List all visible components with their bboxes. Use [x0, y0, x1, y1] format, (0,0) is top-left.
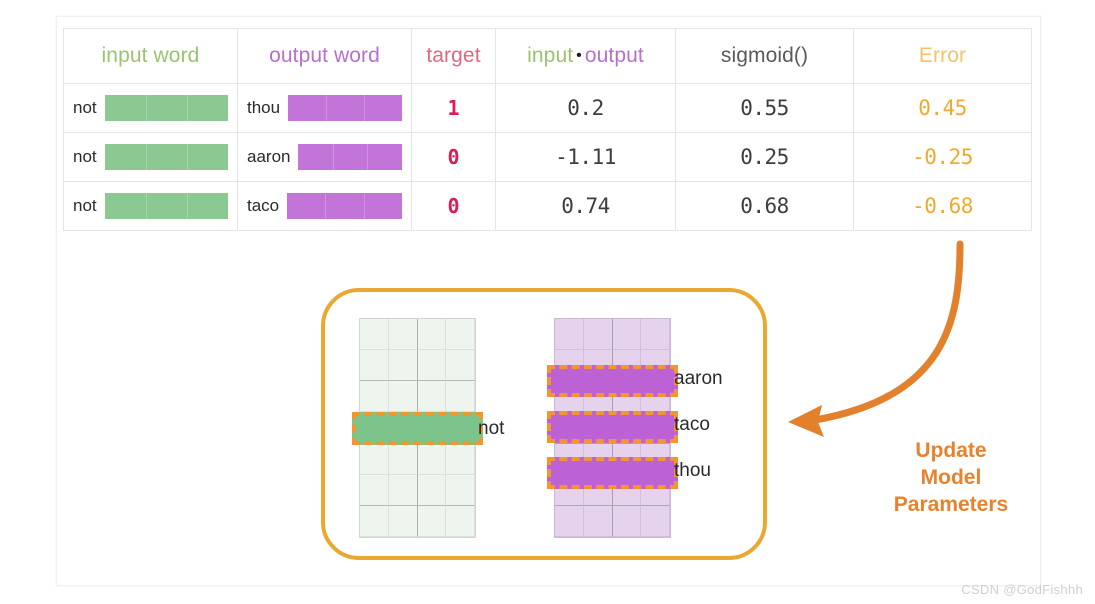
- matrix-cell: [583, 319, 613, 351]
- highlighted-output-row-thou: [547, 457, 678, 489]
- matrix-cell: [446, 381, 475, 413]
- table-row: not aaron 0 -1.11 0.25 -0.25: [63, 132, 1032, 182]
- column-header-sigmoid: sigmoid(): [675, 28, 854, 84]
- matrix-cell: [417, 474, 447, 506]
- dot-product-icon: •: [576, 47, 582, 64]
- matrix-cell: [388, 381, 418, 413]
- column-header-dot-product: input • output: [495, 28, 676, 84]
- input-embedding-bar: [104, 144, 228, 170]
- matrix-cell: [360, 350, 389, 382]
- matrix-cell: [555, 319, 584, 351]
- matrix-cell: [360, 474, 389, 506]
- input-word-label: not: [73, 196, 97, 215]
- cell-sigmoid: 0.68: [675, 181, 854, 231]
- cell-output-word: thou: [237, 83, 412, 133]
- matrix-cell: [446, 505, 475, 537]
- dot-header-input-text: input: [527, 44, 574, 67]
- column-header-target: target: [411, 28, 496, 84]
- input-word-label: not: [73, 147, 97, 166]
- output-word-cell-content: aaron: [238, 144, 411, 170]
- row-label-not: not: [478, 418, 505, 439]
- matrix-cell: [388, 443, 418, 475]
- matrix-cell: [612, 319, 642, 351]
- input-embedding-bar: [104, 193, 228, 219]
- cell-dot-product: 0.74: [495, 181, 676, 231]
- cell-error: -0.25: [853, 132, 1032, 182]
- matrix-cell: [641, 505, 670, 537]
- output-word-label: taco: [247, 196, 280, 215]
- input-word-label: not: [73, 98, 97, 117]
- matrix-cell: [583, 505, 613, 537]
- update-caption-line-2: Model: [920, 466, 982, 489]
- input-word-cell-content: not: [64, 95, 237, 121]
- column-header-output-word: output word: [237, 28, 412, 84]
- table-row: not taco 0 0.74 0.68 -0.68: [63, 181, 1032, 231]
- matrix-cell: [388, 350, 418, 382]
- matrix-cell: [360, 381, 389, 413]
- matrix-cell: [417, 443, 447, 475]
- watermark: CSDN @GodFishhh: [961, 582, 1083, 597]
- cell-input-word: not: [63, 83, 238, 133]
- output-word-label: thou: [247, 98, 281, 117]
- matrix-cell: [388, 319, 418, 351]
- matrix-cell: [446, 350, 475, 382]
- column-header-error: Error: [853, 28, 1032, 84]
- update-caption-line-3: Parameters: [893, 493, 1009, 516]
- input-embedding-bar: [104, 95, 228, 121]
- matrix-cell: [446, 319, 475, 351]
- cell-sigmoid: 0.25: [675, 132, 854, 182]
- cell-output-word: aaron: [237, 132, 412, 182]
- update-arrow: [788, 240, 964, 437]
- update-arrow-curve: [811, 240, 964, 424]
- matrix-cell: [612, 505, 642, 537]
- cell-dot-product: -1.11: [495, 132, 676, 182]
- cell-error: 0.45: [853, 83, 1032, 133]
- output-embedding-bar: [298, 144, 402, 170]
- matrix-cell: [446, 443, 475, 475]
- output-word-cell-content: thou: [238, 95, 411, 121]
- cell-target: 0: [411, 132, 496, 182]
- highlighted-output-row-taco: [547, 411, 678, 443]
- output-word-label: aaron: [247, 147, 291, 166]
- cell-target: 1: [411, 83, 496, 133]
- matrix-cell: [388, 505, 418, 537]
- matrix-cell: [417, 350, 447, 382]
- cell-sigmoid: 0.55: [675, 83, 854, 133]
- matrix-cell: [641, 319, 670, 351]
- table-header-row: input word output word target input • outp…: [63, 28, 1032, 84]
- row-label-taco: taco: [674, 414, 710, 435]
- cell-target: 0: [411, 181, 496, 231]
- highlighted-output-row-aaron: [547, 365, 678, 397]
- input-word-cell-content: not: [64, 144, 237, 170]
- cell-input-word: not: [63, 132, 238, 182]
- training-examples-table-wrapper: input word output word target input • outp…: [63, 28, 1032, 231]
- matrix-cell: [417, 505, 447, 537]
- output-embedding-bar: [288, 95, 402, 121]
- output-word-cell-content: taco: [238, 193, 411, 219]
- cell-output-word: taco: [237, 181, 412, 231]
- table-body: not thou 1 0.2 0.55 0.45 not aaron 0 -1.…: [63, 83, 1032, 231]
- cell-dot-product: 0.2: [495, 83, 676, 133]
- training-examples-table: input word output word target input • outp…: [63, 28, 1032, 231]
- highlighted-input-row-not: [352, 412, 483, 445]
- row-label-aaron: aaron: [674, 368, 723, 389]
- matrix-cell: [388, 474, 418, 506]
- matrix-cell: [446, 474, 475, 506]
- output-embedding-bar: [287, 193, 402, 219]
- row-label-thou: thou: [674, 460, 711, 481]
- input-word-cell-content: not: [64, 193, 237, 219]
- matrix-cell: [360, 443, 389, 475]
- column-header-input-word: input word: [63, 28, 238, 84]
- cell-error: -0.68: [853, 181, 1032, 231]
- matrix-cell: [417, 319, 447, 351]
- matrix-cell: [360, 319, 389, 351]
- matrix-cell: [417, 381, 447, 413]
- table-row: not thou 1 0.2 0.55 0.45: [63, 83, 1032, 133]
- matrix-cell: [555, 505, 584, 537]
- dot-header-output-text: output: [584, 44, 644, 67]
- figure-canvas: input word output word target input • outp…: [0, 0, 1095, 604]
- cell-input-word: not: [63, 181, 238, 231]
- matrix-cell: [360, 505, 389, 537]
